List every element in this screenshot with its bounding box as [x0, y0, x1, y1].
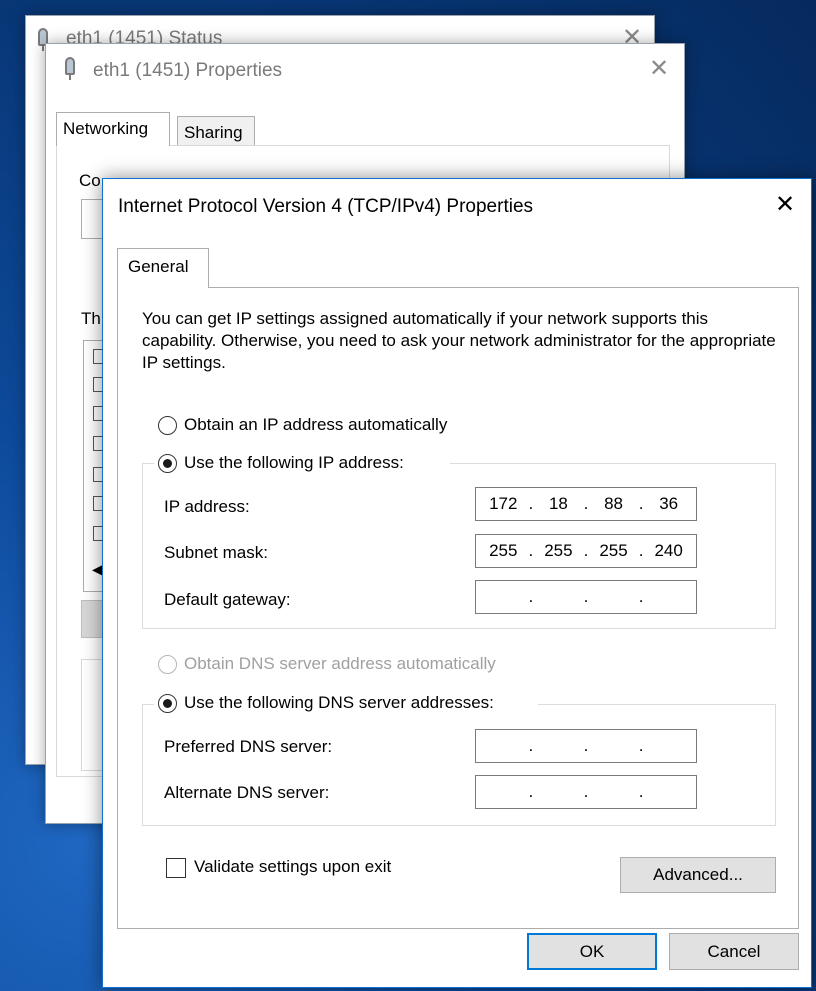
validate-checkbox[interactable] — [166, 858, 186, 878]
use-ip-label: Use the following IP address: — [184, 453, 404, 472]
info-text: You can get IP settings assigned automat… — [142, 309, 776, 372]
default-gateway-label: Default gateway: — [164, 590, 291, 609]
preferred-dns-field[interactable]: . . . — [475, 729, 697, 763]
dialog-title: Internet Protocol Version 4 (TCP/IPv4) P… — [118, 196, 534, 217]
subnet-mask-field[interactable]: 255. 255. 255. 240 — [475, 534, 697, 568]
obtain-dns-auto-radio[interactable] — [158, 655, 177, 674]
cancel-button[interactable]: Cancel — [669, 933, 799, 970]
tab-networking[interactable]: Networking — [56, 112, 170, 146]
default-gateway-field[interactable]: . . . — [475, 580, 697, 614]
ok-button[interactable]: OK — [527, 933, 657, 970]
connect-using-label: Co — [79, 171, 101, 190]
ip-address-label: IP address: — [164, 497, 250, 516]
use-ip-radio[interactable] — [158, 454, 177, 473]
tab-sharing[interactable]: Sharing — [177, 116, 255, 146]
network-adapter-icon — [65, 57, 75, 80]
alternate-dns-label: Alternate DNS server: — [164, 783, 330, 802]
ipv4-properties-dialog: Internet Protocol Version 4 (TCP/IPv4) P… — [102, 178, 812, 988]
close-icon[interactable]: ✕ — [649, 57, 669, 81]
use-dns-label: Use the following DNS server addresses: — [184, 693, 494, 712]
advanced-button[interactable]: Advanced... — [620, 857, 776, 893]
validate-label: Validate settings upon exit — [194, 857, 392, 876]
obtain-ip-auto-radio[interactable] — [158, 416, 177, 435]
obtain-ip-auto-label: Obtain an IP address automatically — [184, 415, 448, 434]
use-dns-radio[interactable] — [158, 694, 177, 713]
alternate-dns-field[interactable]: . . . — [475, 775, 697, 809]
subnet-mask-label: Subnet mask: — [164, 543, 268, 562]
tab-general[interactable]: General — [117, 248, 209, 288]
obtain-dns-auto-label: Obtain DNS server address automatically — [184, 654, 496, 673]
general-panel: You can get IP settings assigned automat… — [117, 287, 799, 929]
ip-address-field[interactable]: 172. 18. 88. 36 — [475, 487, 697, 521]
preferred-dns-label: Preferred DNS server: — [164, 737, 333, 756]
items-label: Th — [81, 309, 101, 328]
properties-window-title: eth1 (1451) Properties — [93, 60, 283, 81]
close-icon[interactable]: ✕ — [775, 193, 795, 217]
